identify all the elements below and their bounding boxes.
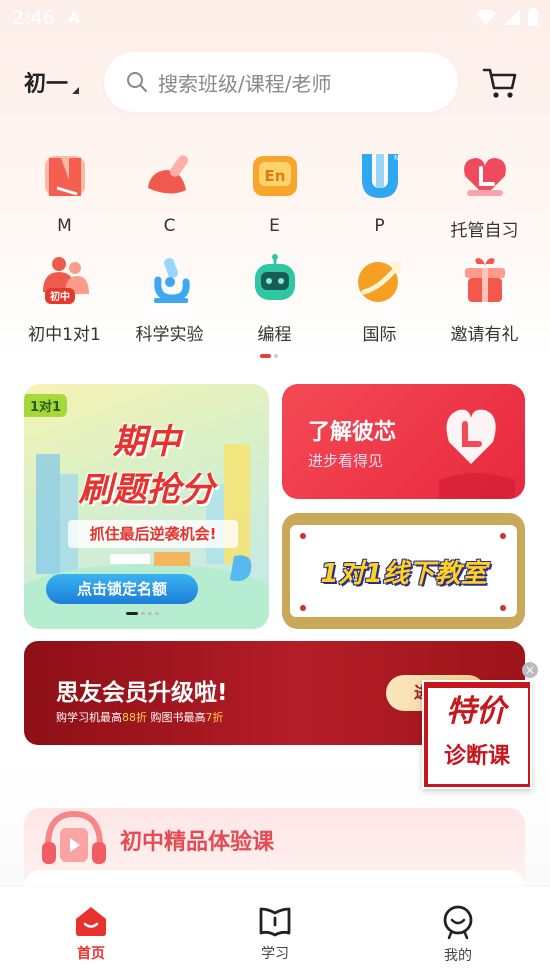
vip-title: 思友会员升级啦! xyxy=(56,680,228,706)
bottom-tab-bar: 首页 学习 我的 xyxy=(0,887,550,979)
category-m[interactable]: M xyxy=(12,150,117,236)
banner-title-line2: 刷题抢分 xyxy=(78,470,215,510)
english-en-icon: En xyxy=(252,156,297,196)
page-dot xyxy=(274,354,278,358)
physics-u-icon: N xyxy=(361,154,399,198)
about-title: 了解彼芯 xyxy=(308,420,397,445)
study-book-icon xyxy=(259,907,291,937)
banner-offline-classroom[interactable]: 1对1线下教室 xyxy=(282,513,525,629)
grid-page-indicator xyxy=(260,354,278,358)
category-label: 编程 xyxy=(257,325,292,345)
category-label: 邀请有礼 xyxy=(450,325,519,345)
status-time: 2:46 xyxy=(12,7,55,29)
close-icon[interactable]: × xyxy=(522,662,538,678)
category-label: 初中1对1 xyxy=(28,325,101,345)
category-p[interactable]: N P xyxy=(327,150,432,236)
classroom-text: 1对1线下教室 xyxy=(320,558,487,589)
banner-dot xyxy=(141,612,145,615)
wifi-icon xyxy=(476,9,496,25)
banner-subtitle: 抓住最后逆袭机会! xyxy=(68,520,238,548)
tab-home[interactable]: 首页 xyxy=(41,905,141,963)
vip-discount-2: 7折 xyxy=(205,711,224,724)
search-placeholder: 搜索班级/课程/老师 xyxy=(158,71,332,96)
grade-selector[interactable]: 初一 xyxy=(24,66,80,98)
banner-title-line1: 期中 xyxy=(112,422,181,462)
chinese-brush-icon xyxy=(147,155,188,194)
category-invite[interactable]: 邀请有礼 xyxy=(432,254,537,345)
pin-icon xyxy=(500,533,506,539)
promo-line1: 特价 xyxy=(446,694,506,729)
banner-about-bixin[interactable]: 了解彼芯 进步看得见 xyxy=(282,384,525,499)
category-label: C xyxy=(163,216,176,236)
search-icon xyxy=(127,72,147,92)
svg-text:N: N xyxy=(394,154,399,162)
category-junior-1v1[interactable]: 初中 初中1对1 xyxy=(12,254,117,345)
vip-subtitle-prefix: 购学习机最高 xyxy=(56,711,122,724)
battery-icon xyxy=(528,8,538,26)
cart-button[interactable] xyxy=(482,66,518,104)
grade-label: 初一 xyxy=(24,72,69,97)
headphone-icon xyxy=(42,810,106,864)
page-dot-active xyxy=(260,354,271,358)
tab-profile[interactable]: 我的 xyxy=(408,905,508,965)
tab-study[interactable]: 学习 xyxy=(225,905,325,963)
category-label: M xyxy=(57,216,72,236)
lock-spot-button[interactable]: 点击锁定名额 xyxy=(46,574,198,604)
globe-arrow-icon xyxy=(357,262,402,302)
math-icon xyxy=(44,156,85,196)
category-label: 托管自习 xyxy=(450,221,519,241)
status-bar: 2:46 A xyxy=(0,0,550,36)
tab-study-label: 学习 xyxy=(261,946,289,962)
about-subtitle: 进步看得见 xyxy=(308,452,384,470)
heart-book-icon xyxy=(463,158,506,196)
robot-icon xyxy=(254,254,295,300)
pin-icon xyxy=(300,533,306,539)
diagnostic-course-promo[interactable]: 特价 诊断课 xyxy=(422,680,532,789)
category-tuoguan[interactable]: 托管自习 xyxy=(432,150,537,241)
svg-text:初中: 初中 xyxy=(50,290,70,303)
microscope-icon xyxy=(153,258,190,303)
category-label: E xyxy=(269,216,280,236)
junior-one-on-one-icon: 初中 xyxy=(42,257,89,304)
gift-icon xyxy=(464,258,505,302)
category-label: P xyxy=(374,216,385,236)
category-e[interactable]: En E xyxy=(222,150,327,236)
signal-icon xyxy=(504,9,520,25)
classroom-board: 1对1线下教室 xyxy=(290,525,517,617)
vip-subtitle: 购学习机最高88折 购图书最高7折 xyxy=(56,709,224,725)
tab-home-label: 首页 xyxy=(77,946,105,962)
banner-page-indicator xyxy=(126,612,159,615)
banner-dot-active xyxy=(126,612,138,615)
pin-icon xyxy=(300,605,306,611)
banner-dot xyxy=(148,612,152,615)
category-c[interactable]: C xyxy=(117,150,222,236)
cart-icon xyxy=(482,68,517,98)
heart-logo-icon xyxy=(439,409,515,499)
category-international[interactable]: 国际 xyxy=(327,254,432,345)
promo-line2: 诊断课 xyxy=(444,744,511,769)
status-icons xyxy=(476,8,538,26)
category-coding[interactable]: 编程 xyxy=(222,254,327,345)
banner-dot xyxy=(155,612,159,615)
pin-icon xyxy=(500,605,506,611)
grade-dropdown-icon xyxy=(72,87,80,94)
svg-text:En: En xyxy=(264,167,285,185)
profile-face-icon xyxy=(443,905,473,939)
section-title: 初中精品体验课 xyxy=(120,830,275,855)
search-input[interactable]: 搜索班级/课程/老师 xyxy=(104,52,458,112)
category-label: 国际 xyxy=(362,325,397,345)
tab-profile-label: 我的 xyxy=(444,948,472,964)
category-science[interactable]: 科学实验 xyxy=(117,254,222,345)
header: 初一 搜索班级/课程/老师 xyxy=(0,52,550,112)
vip-subtitle-mid: 购图书最高 xyxy=(147,711,206,724)
category-label: 科学实验 xyxy=(135,325,204,345)
home-icon xyxy=(76,907,106,936)
notification-icon: A xyxy=(68,10,80,26)
vip-discount-1: 88折 xyxy=(122,711,147,724)
